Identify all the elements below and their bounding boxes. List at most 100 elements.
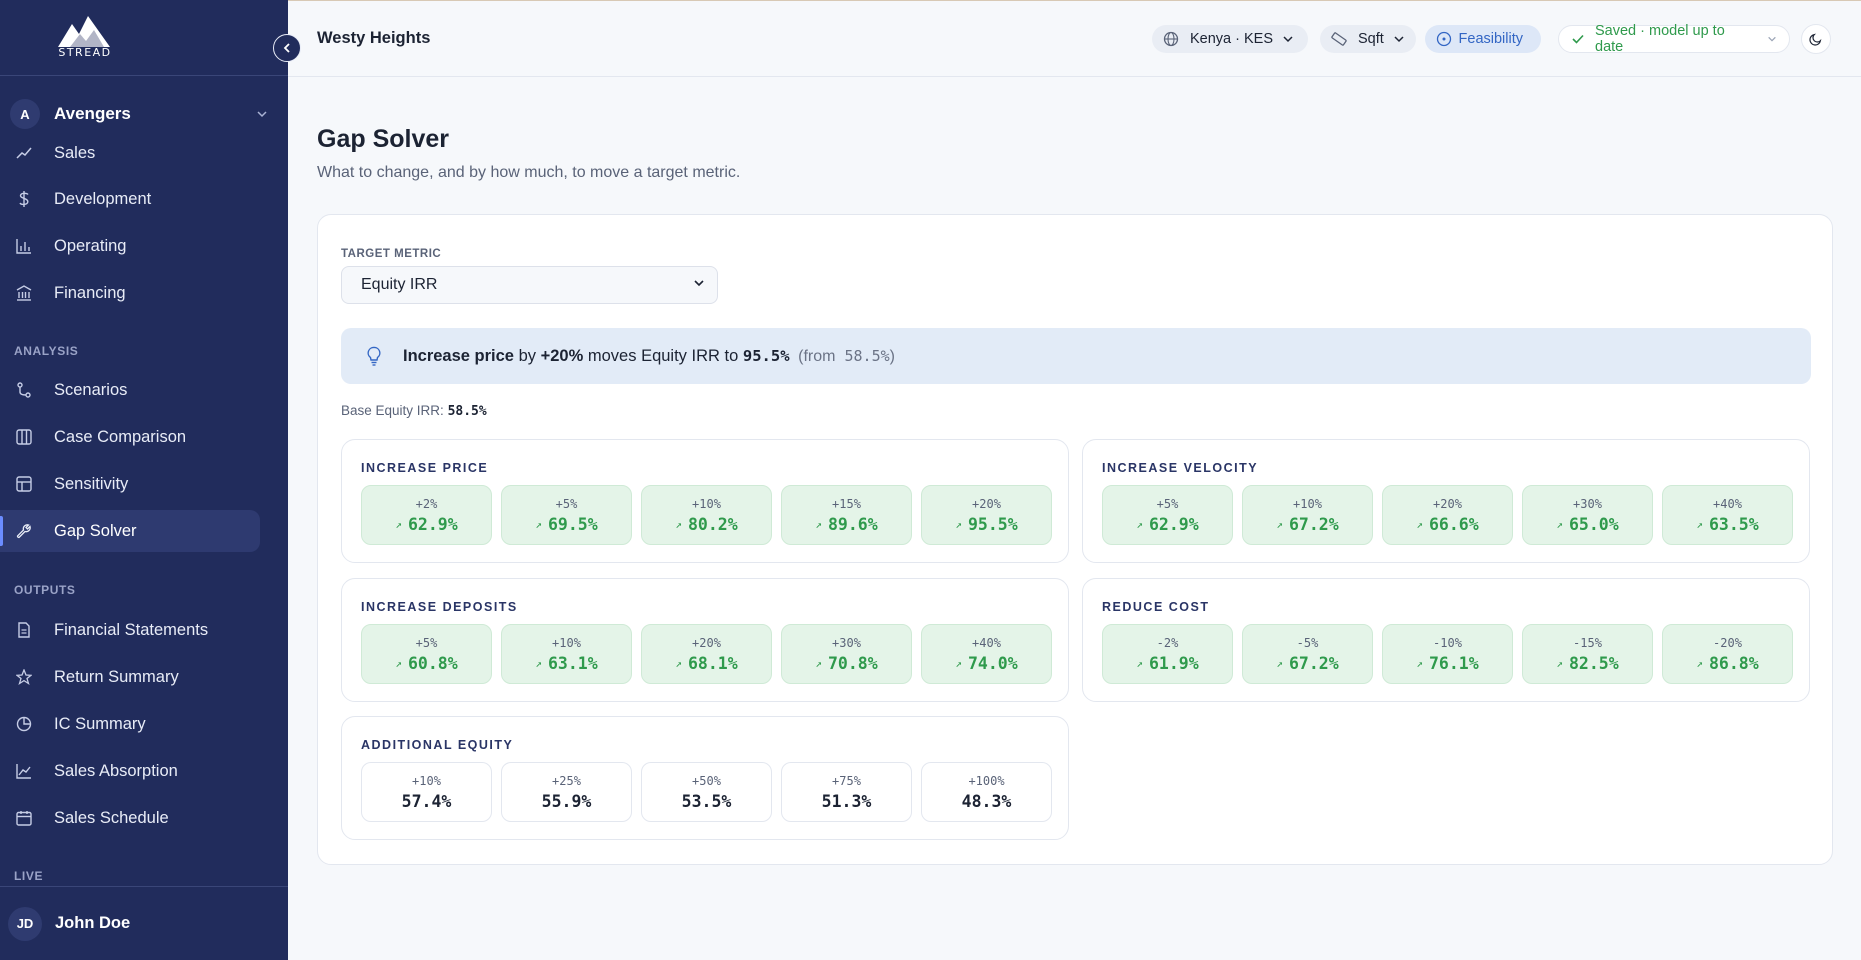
lever-tile-result-wrap: ↗ 62.9%: [1136, 515, 1198, 534]
lever-tile-result-wrap: ↗ 67.2%: [1276, 515, 1338, 534]
lever-tile[interactable]: +10% ↗ 80.2%: [641, 485, 772, 545]
lever-group-increase-deposits: INCREASE DEPOSITS +5% ↗ 60.8% +10% ↗ 63.1% +20%…: [341, 578, 1069, 702]
lever-tile[interactable]: +10% ↗ 67.2%: [1242, 485, 1373, 545]
lever-tile[interactable]: +10% ↗ 63.1%: [501, 624, 632, 684]
lever-tile[interactable]: +20% ↗ 68.1%: [641, 624, 772, 684]
lever-tile[interactable]: +20% ↗ 66.6%: [1382, 485, 1513, 545]
top-bar: Westy Heights Kenya · KES Sqft Feasibili…: [288, 0, 1861, 77]
avatar: JD: [8, 906, 42, 941]
user-menu[interactable]: JD John Doe: [0, 886, 288, 960]
sidebar-item-ic-summary[interactable]: IC Summary: [0, 703, 260, 745]
stage-label: Feasibility: [1458, 31, 1523, 47]
lever-tile-result-wrap: ↗ 63.1%: [535, 654, 597, 673]
lever-tile-change: -5%: [1296, 635, 1319, 650]
sidebar-item-financing[interactable]: Financing: [0, 272, 260, 314]
stage-badge[interactable]: Feasibility: [1425, 25, 1541, 53]
lever-tiles: +5% ↗ 60.8% +10% ↗ 63.1% +20% ↗ 68.1% +30% ↗ 70.8% +…: [361, 624, 1052, 684]
dollar-icon: [14, 189, 34, 209]
lever-tile-result-wrap: ↗ 80.2%: [675, 515, 737, 534]
sidebar-item-sales-schedule[interactable]: Sales Schedule: [0, 797, 260, 839]
lever-group-title: INCREASE VELOCITY: [1102, 461, 1259, 475]
lever-tile[interactable]: +75% 51.3%: [781, 762, 912, 822]
lever-tile[interactable]: +5% ↗ 60.8%: [361, 624, 492, 684]
target-metric-select[interactable]: Equity IRR: [341, 266, 718, 304]
lever-tile[interactable]: +40% ↗ 74.0%: [921, 624, 1052, 684]
lever-tiles: +10% 57.4% +25% 55.9% +50% 53.5% +75% 51.3% +100…: [361, 762, 1052, 822]
arrow-up-right-icon: ↗: [675, 656, 682, 670]
lever-tile[interactable]: -10% ↗ 76.1%: [1382, 624, 1513, 684]
lever-tile[interactable]: -5% ↗ 67.2%: [1242, 624, 1373, 684]
lever-tile-result-wrap: ↗ 70.8%: [815, 654, 877, 673]
sidebar-item-operating[interactable]: Operating: [0, 225, 260, 267]
sidebar-item-case-comparison[interactable]: Case Comparison: [0, 416, 260, 458]
wrench-icon: [14, 521, 34, 541]
lever-tile-change: +50%: [692, 773, 721, 788]
lever-tile[interactable]: +15% ↗ 89.6%: [781, 485, 912, 545]
arrow-up-right-icon: ↗: [1556, 656, 1563, 670]
lever-tile-result-wrap: ↗ 86.8%: [1696, 654, 1758, 673]
lever-tile-change: +5%: [415, 635, 438, 650]
sidebar-item-development[interactable]: Development: [0, 178, 260, 220]
lever-tile-result: 95.5%: [967, 514, 1018, 534]
sidebar-item-gap-solver[interactable]: Gap Solver: [0, 510, 260, 552]
lever-tile-result: 61.9%: [1148, 653, 1199, 673]
lever-tile-change: -15%: [1573, 635, 1602, 650]
lever-tile[interactable]: -15% ↗ 82.5%: [1522, 624, 1653, 684]
lever-tile[interactable]: -20% ↗ 86.8%: [1662, 624, 1793, 684]
save-status[interactable]: Saved · model up to date: [1558, 23, 1790, 55]
columns-icon: [14, 427, 34, 447]
lightbulb-icon: [363, 345, 385, 367]
bar-chart-icon: [14, 236, 34, 256]
workspace-switcher[interactable]: A Avengers: [10, 96, 272, 132]
sidebar-item-sales[interactable]: Sales: [0, 140, 260, 174]
base-metric-label: Base Equity IRR:: [341, 403, 444, 418]
lever-tile-change: +20%: [692, 635, 721, 650]
lever-tile[interactable]: +10% 57.4%: [361, 762, 492, 822]
lever-tile-result-wrap: ↗ 76.1%: [1416, 654, 1478, 673]
lever-tile[interactable]: +50% 53.5%: [641, 762, 772, 822]
sidebar-item-label: Financing: [54, 283, 126, 302]
theme-toggle-button[interactable]: [1801, 24, 1831, 54]
currency-selector[interactable]: Kenya · KES: [1152, 25, 1308, 53]
sidebar-item-label: Return Summary: [54, 667, 179, 686]
lever-tile-result: 82.5%: [1568, 653, 1619, 673]
lever-tile-change: +40%: [1713, 496, 1742, 511]
arrow-up-right-icon: ↗: [815, 656, 822, 670]
lever-tile-change: +2%: [415, 496, 438, 511]
sidebar-item-return-summary[interactable]: Return Summary: [0, 656, 260, 698]
lever-tile-result-wrap: 48.3%: [962, 792, 1012, 811]
lever-tile[interactable]: +20% ↗ 95.5%: [921, 485, 1052, 545]
lever-tile-change: +15%: [832, 496, 861, 511]
lever-tile[interactable]: -2% ↗ 61.9%: [1102, 624, 1233, 684]
lever-tile-change: -2%: [1156, 635, 1179, 650]
project-title: Westy Heights: [317, 29, 431, 47]
lever-tile-change: +5%: [1156, 496, 1179, 511]
check-icon: [1569, 30, 1587, 48]
lever-tile-result-wrap: ↗ 82.5%: [1556, 654, 1618, 673]
lever-tile[interactable]: +40% ↗ 63.5%: [1662, 485, 1793, 545]
lever-tile[interactable]: +30% ↗ 65.0%: [1522, 485, 1653, 545]
base-metric-value: 58.5%: [447, 404, 487, 419]
lever-tile[interactable]: +25% 55.9%: [501, 762, 632, 822]
lever-tile-result-wrap: ↗ 69.5%: [535, 515, 597, 534]
lever-tile[interactable]: +5% ↗ 62.9%: [1102, 485, 1233, 545]
lever-tile[interactable]: +30% ↗ 70.8%: [781, 624, 912, 684]
chevron-down-icon: [1281, 32, 1295, 46]
lever-tile-result: 62.9%: [1148, 514, 1199, 534]
sidebar-item-financial-statements[interactable]: Financial Statements: [0, 609, 260, 651]
lever-tile[interactable]: +5% ↗ 69.5%: [501, 485, 632, 545]
lever-tile[interactable]: +2% ↗ 62.9%: [361, 485, 492, 545]
sidebar-item-scenarios[interactable]: Scenarios: [0, 369, 260, 411]
lever-group-reduce-cost: REDUCE COST -2% ↗ 61.9% -5% ↗ 67.2% -10% ↗ 76.1% -…: [1082, 578, 1810, 702]
section-label-outputs: OUTPUTS: [14, 583, 76, 597]
sidebar-item-label: Sales: [54, 143, 96, 162]
lever-tile-result-wrap: ↗ 74.0%: [955, 654, 1017, 673]
unit-selector[interactable]: Sqft: [1320, 25, 1416, 53]
lever-tile-result: 70.8%: [827, 653, 878, 673]
collapse-sidebar-button[interactable]: [273, 34, 301, 62]
sidebar-item-sensitivity[interactable]: Sensitivity: [0, 463, 260, 505]
lever-tile-result: 65.0%: [1568, 514, 1619, 534]
lever-tile-result: 62.9%: [407, 514, 458, 534]
sidebar-item-sales-absorption[interactable]: Sales Absorption: [0, 750, 260, 792]
lever-tile[interactable]: +100% 48.3%: [921, 762, 1052, 822]
